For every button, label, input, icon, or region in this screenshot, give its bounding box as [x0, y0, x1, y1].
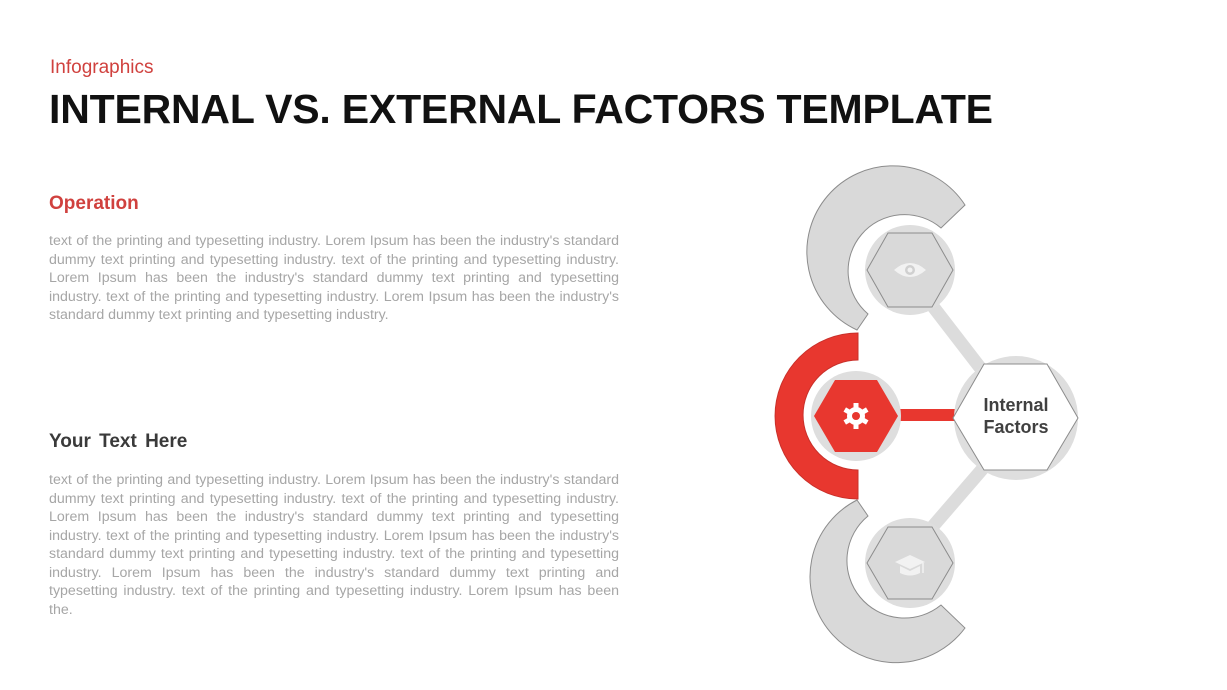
center-label-line1: Internal [983, 395, 1048, 415]
center-label-line2: Factors [983, 417, 1048, 437]
factors-diagram: Internal Factors [774, 165, 1079, 664]
node-bottom[interactable] [865, 518, 955, 608]
connector-top [922, 296, 991, 378]
node-top[interactable] [865, 225, 955, 315]
node-middle-active[interactable] [811, 371, 901, 461]
connector-bottom [923, 461, 990, 537]
node-internal-factors[interactable]: Internal Factors [952, 356, 1079, 480]
connector-active [895, 409, 957, 421]
